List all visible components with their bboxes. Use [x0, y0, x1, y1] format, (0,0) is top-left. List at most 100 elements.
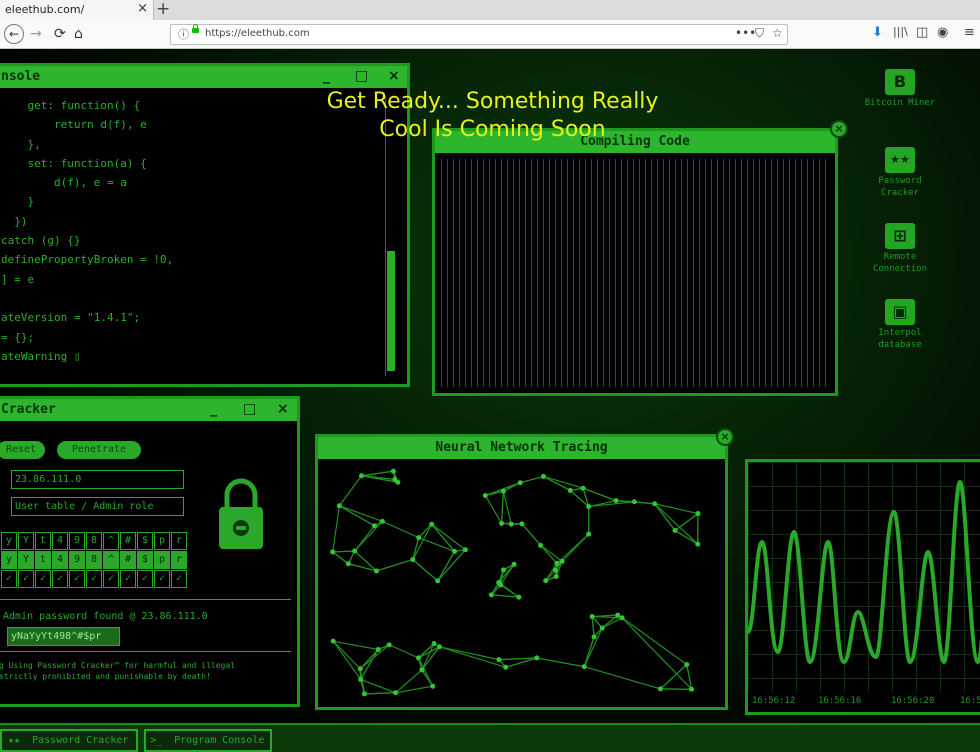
neural-titlebar[interactable]: Neural Network Tracing	[318, 437, 725, 459]
char-cell: ✓	[52, 570, 68, 588]
char-cell: t	[35, 551, 51, 569]
sync-icon[interactable]: ◉	[937, 25, 948, 40]
computer-icon: ▣	[885, 299, 915, 325]
network-node	[393, 690, 399, 696]
code-line: return d(f), e	[1, 118, 147, 132]
network-node	[375, 646, 381, 652]
network-node	[517, 480, 523, 486]
reset-button[interactable]: Reset	[0, 441, 45, 459]
network-edge	[621, 617, 688, 666]
minimize-button[interactable]: _	[323, 68, 330, 84]
network-edge	[582, 487, 617, 502]
network-node	[373, 568, 379, 574]
network-edge	[540, 544, 558, 564]
network-node	[503, 664, 509, 670]
library-icon[interactable]: |||\	[893, 25, 908, 38]
ip-field[interactable]: 23.86.111.0	[11, 470, 184, 489]
network-node	[500, 488, 506, 494]
neural-network-window[interactable]: Neural Network Tracing	[315, 434, 728, 710]
char-cell: ✓	[103, 570, 119, 588]
penetrate-button[interactable]: Penetrate	[57, 441, 141, 459]
network-node	[631, 499, 637, 505]
neural-close-button[interactable]: ×	[716, 428, 734, 446]
desktop-icon-password-cracker[interactable]: ★★ Password Cracker	[860, 147, 940, 199]
found-status: Admin password found @ 23.86.111.0	[3, 611, 208, 622]
desktop-icon-label: Interpol database	[878, 328, 922, 350]
back-button[interactable]: ←	[4, 24, 24, 44]
network-node	[415, 655, 421, 661]
code-line: definePropertyBroken = !0,	[1, 253, 174, 267]
forward-button[interactable]: →	[30, 24, 42, 44]
network-edge	[520, 475, 544, 484]
password-cracker-window[interactable]: Cracker _ □ × Reset Penetrate 23.86.111.…	[0, 396, 300, 707]
download-icon[interactable]: ⬇	[872, 25, 883, 40]
network-node	[534, 655, 540, 661]
network-node	[695, 541, 701, 547]
char-cell: #	[120, 551, 136, 569]
new-tab-button[interactable]: +	[156, 0, 170, 19]
network-node	[501, 567, 507, 573]
network-node	[358, 676, 364, 682]
compiling-code-window[interactable]: Compiling Code	[432, 128, 838, 396]
tab-close-icon[interactable]: ×	[137, 1, 148, 16]
network-node	[462, 547, 468, 553]
close-button[interactable]: ×	[388, 68, 400, 84]
terminal-icon: >_	[150, 735, 163, 746]
role-field[interactable]: User table / Admin role	[11, 497, 184, 516]
maximize-button[interactable]: □	[243, 401, 256, 417]
char-cell: ^	[103, 551, 119, 569]
page-actions-icon[interactable]: •••	[735, 26, 756, 40]
char-cell: ✓	[18, 570, 34, 588]
network-node	[496, 657, 502, 663]
char-cell: 8	[86, 532, 102, 550]
network-node	[431, 640, 437, 646]
home-button[interactable]: ⌂	[74, 24, 83, 44]
network-node	[538, 542, 544, 548]
taskbar-program-console[interactable]: >_ Program Console	[144, 729, 272, 752]
url-bar[interactable]: ⓘ https://eleethub.com ••• ⛉ ☆	[170, 24, 788, 45]
taskbar-password-cracker[interactable]: ★★ Password Cracker	[0, 729, 138, 752]
char-cell: p	[154, 532, 170, 550]
network-edge	[361, 470, 394, 477]
bookmark-star-icon[interactable]: ☆	[772, 26, 783, 40]
network-node	[357, 666, 363, 672]
menu-icon[interactable]: ≡	[964, 25, 975, 40]
console-titlebar[interactable]: nsole _ □ ×	[0, 66, 407, 88]
network-edge	[439, 646, 500, 661]
sidebar-icon[interactable]: ◫	[916, 25, 928, 40]
headline: Get Ready... Something Really Cool Is Co…	[300, 88, 685, 144]
close-button[interactable]: ×	[277, 401, 289, 417]
network-edge	[674, 513, 699, 531]
network-edge	[360, 678, 396, 694]
network-node	[386, 642, 392, 648]
char-cell: 9	[69, 551, 85, 569]
code-line: = {};	[1, 330, 35, 344]
desktop-icon-bitcoin-miner[interactable]: B Bitcoin Miner	[860, 69, 940, 109]
network-node	[586, 531, 592, 537]
divider	[0, 599, 291, 600]
char-cell: Y	[18, 532, 34, 550]
url-text[interactable]: https://eleethub.com	[205, 28, 310, 39]
minimize-button[interactable]: _	[210, 401, 217, 417]
desktop-icon-interpol-database[interactable]: ▣ Interpol database	[860, 299, 940, 351]
cracker-titlebar[interactable]: Cracker _ □ ×	[0, 399, 297, 421]
scrollbar-thumb[interactable]	[387, 251, 395, 371]
network-edge	[431, 523, 466, 551]
network-node	[358, 473, 364, 479]
network-edge	[439, 646, 506, 668]
info-icon[interactable]: ⓘ	[178, 26, 189, 42]
desktop-icon-label: Password Cracker	[878, 176, 922, 198]
code-line: get: function() {	[1, 99, 141, 112]
browser-tab[interactable]: eleethub.com/ ×	[0, 0, 154, 20]
reload-button[interactable]: ⟳	[54, 24, 66, 44]
desktop-icon-remote-connection[interactable]: ⊞ Remote Connection	[860, 223, 940, 275]
neural-title: Neural Network Tracing	[435, 440, 608, 455]
pocket-icon[interactable]: ⛉	[755, 26, 764, 41]
tab-strip: eleethub.com/ × +	[0, 0, 980, 20]
network-edge	[591, 616, 595, 637]
compiling-close-button[interactable]: ×	[830, 120, 848, 138]
char-grid-row: ✓ ✓ ✓ ✓ ✓ ✓ ✓ ✓ ✓ ✓ ✓	[1, 570, 188, 588]
network-node	[419, 667, 425, 673]
maximize-button[interactable]: □	[355, 68, 368, 84]
taskbar-label: Password Cracker	[32, 735, 129, 746]
